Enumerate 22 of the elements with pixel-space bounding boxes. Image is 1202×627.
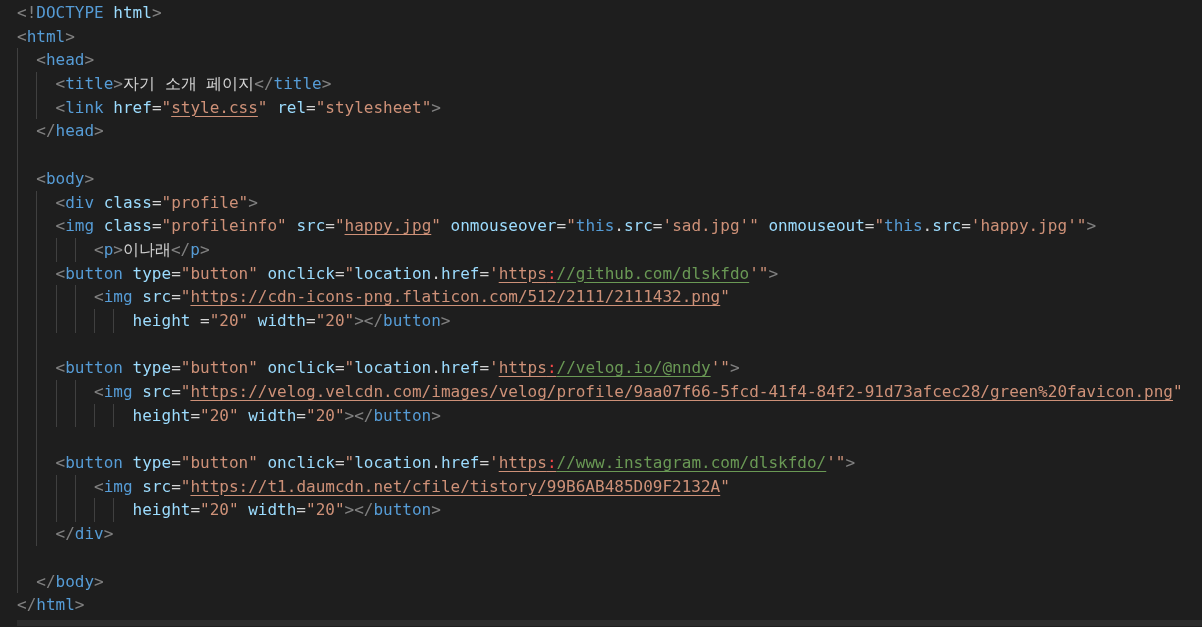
code-line: <img src="https://velog.velcdn.com/images/velog/profile/9aa07f66-5fcd-41f4-84f2-91d73afcec28/green%20favicon.png" — [17, 380, 1202, 404]
code-line: height ="20" width="20"></button> — [17, 308, 1202, 333]
code-line: </body> — [17, 569, 1202, 594]
code-line: </div> — [17, 522, 1202, 546]
code-line: <p>이나래</p> — [17, 237, 1202, 262]
code-line: <link href="style.css" rel="stylesheet"> — [17, 95, 1202, 120]
code-line: <body> — [17, 166, 1202, 191]
code-line: <button type="button" onclick="location.href='https://www.instagram.com/dlskfdo/'"> — [17, 451, 1202, 475]
code-line: <img src="https://cdn-icons-png.flaticon.com/512/2111/2111432.png" — [17, 285, 1202, 309]
code-line: <head> — [17, 48, 1202, 73]
code-line: <div class="profile"> — [17, 190, 1202, 215]
code-line: </html> — [17, 594, 86, 617]
code-line: height="20" width="20"></button> — [17, 498, 1202, 523]
code-line: <img src="https://t1.daumcdn.net/cfile/tistory/99B6AB485D09F2132A" — [17, 474, 1202, 499]
code-line: <title>자기 소개 페이지</title> — [17, 72, 1202, 96]
code-line: <html> — [17, 25, 76, 48]
code-line: </head> — [17, 119, 1202, 144]
code-line: <button type="button" onclick="location.href='https://velog.io/@nndy'"> — [17, 356, 1202, 380]
code-line: <img class="profileinfo" src="happy.jpg" onmouseover="this.src='sad.jpg'" onmouseout="this.src='happy.jpg'"> — [17, 214, 1202, 238]
code-line: height="20" width="20"></button> — [17, 403, 1202, 428]
code-line: <!DOCTYPE html> — [17, 2, 163, 24]
code-line: <button type="button" onclick="location.href='https://github.com/dlskfdo'"> — [17, 261, 1202, 286]
